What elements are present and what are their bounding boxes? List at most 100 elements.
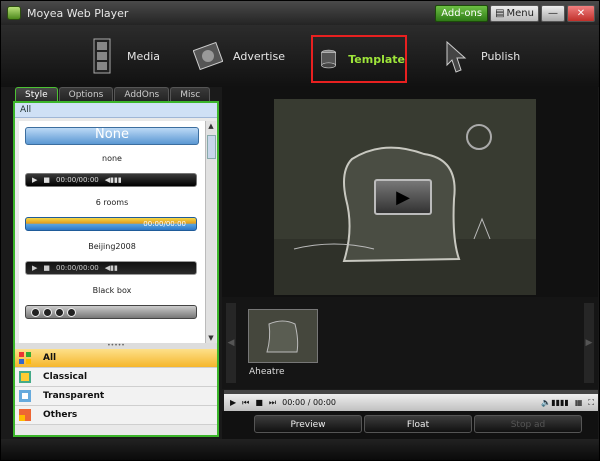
strip-right-arrow-icon[interactable]: ▶ <box>584 303 594 383</box>
preview-button[interactable]: Preview <box>254 415 362 433</box>
skin-list: None none ▶ ■ 00:00/00:00 ◀▮▮▮ 6 rooms 0… <box>19 121 205 343</box>
publish-label: Publish <box>481 49 521 63</box>
template-label: Template <box>348 52 405 66</box>
play-overlay-button[interactable]: ▶ <box>374 179 432 215</box>
close-button[interactable]: ✕ <box>567 5 595 22</box>
category-all[interactable]: All <box>15 349 217 368</box>
title-bar: Moyea Web Player Add-ons ▤ Menu — ✕ <box>1 1 599 25</box>
skin-name: Beijing2008 <box>88 242 136 251</box>
skin-time: 00:00/00:00 <box>143 220 186 228</box>
stop-ad-button[interactable]: Stop ad <box>474 415 582 433</box>
video-thumbnail[interactable] <box>248 309 318 363</box>
skin-name: Black box <box>92 286 132 295</box>
minimize-button[interactable]: — <box>541 5 565 22</box>
advertise-film-icon <box>193 41 223 71</box>
skin-list-scrollbar[interactable]: ▲ ▼ <box>205 121 216 343</box>
publish-tool-button[interactable]: Publish <box>441 33 520 79</box>
advertise-label: Advertise <box>233 49 285 63</box>
float-button[interactable]: Float <box>364 415 472 433</box>
menu-button[interactable]: ▤ Menu <box>490 5 539 22</box>
title-bar-controls: Add-ons ▤ Menu — ✕ <box>435 5 595 22</box>
volume-icon: ◀▮▮ <box>104 264 118 272</box>
main-toolbar: Media Advertise Template Publish <box>1 25 599 87</box>
stop-icon[interactable]: ■ <box>255 398 263 407</box>
skin-preview-black-box: ▶ ■ 00:00/00:00 ◀▮▮ <box>25 261 197 275</box>
addons-button[interactable]: Add-ons <box>435 5 489 22</box>
round-button-icon <box>43 307 52 317</box>
round-button-icon <box>31 307 40 317</box>
thumbnail-label: Aheatre <box>249 367 285 377</box>
volume-icon: ◀▮▮▮ <box>104 176 122 184</box>
video-frame[interactable]: ▶ <box>274 99 536 295</box>
template-tool-button[interactable]: Template <box>311 35 407 83</box>
tab-misc[interactable]: Misc <box>170 87 211 102</box>
bottom-button-bar: Preview Float Stop ad <box>222 411 598 439</box>
menu-icon: ▤ <box>495 8 505 19</box>
film-strip-icon <box>93 38 111 74</box>
transparent-icon <box>19 390 31 402</box>
category-label: Classical <box>43 372 88 382</box>
category-label: Others <box>43 410 78 420</box>
others-icon <box>19 409 31 421</box>
scrollbar-thumb[interactable] <box>207 135 216 159</box>
volume-icon[interactable]: 🔈▮▮▮▮ <box>541 398 569 407</box>
skin-item-none[interactable]: None none <box>19 121 205 165</box>
round-button-icon <box>55 307 64 317</box>
fullscreen-icon[interactable]: ⛶ <box>588 398 594 408</box>
skin-name: 6 rooms <box>95 198 129 207</box>
time-display: 00:00 / 00:00 <box>282 398 337 407</box>
scroll-up-icon[interactable]: ▲ <box>206 121 216 131</box>
category-others[interactable]: Others <box>15 406 217 425</box>
category-label: Transparent <box>43 391 105 401</box>
settings-tabs: Style Options AddOns Misc <box>15 87 211 102</box>
advertise-tool-button[interactable]: Advertise <box>193 33 285 79</box>
scroll-down-icon[interactable]: ▼ <box>206 333 216 343</box>
app-logo-icon <box>7 6 21 20</box>
next-icon[interactable]: ⏭ <box>269 398 276 408</box>
template-stack-icon <box>321 49 336 69</box>
skin-item-round[interactable] <box>19 297 205 341</box>
window-title: Moyea Web Player <box>27 6 129 20</box>
classical-icon <box>19 371 31 383</box>
stop-icon: ■ <box>43 264 51 272</box>
skin-item-black-box[interactable]: ▶ ■ 00:00/00:00 ◀▮▮ Black box <box>19 253 205 297</box>
grid-view-icon[interactable]: ▦ <box>575 398 583 407</box>
strip-left-arrow-icon[interactable]: ◀ <box>226 303 236 383</box>
play-icon: ▶ <box>32 264 38 272</box>
list-header: All <box>15 103 217 118</box>
round-button-icon <box>67 307 76 317</box>
media-tool-button[interactable]: Media <box>87 33 160 79</box>
tab-options[interactable]: Options <box>58 87 114 102</box>
stop-icon: ■ <box>43 176 51 184</box>
publish-cursor-icon <box>446 40 467 73</box>
category-transparent[interactable]: Transparent <box>15 387 217 406</box>
play-icon[interactable]: ▶ <box>230 398 236 407</box>
skin-preview-none: None <box>25 127 199 145</box>
player-control-bar: ▶ ⏮ ■ ⏭ 00:00 / 00:00 🔈▮▮▮▮ ▦ ⛶ <box>224 394 598 411</box>
video-preview-area: ▶ <box>222 87 598 297</box>
thumbnail-strip: ◀ Aheatre ▶ <box>222 297 598 389</box>
category-label: All <box>43 353 57 363</box>
previous-icon[interactable]: ⏮ <box>242 398 249 408</box>
grid-all-icon <box>19 352 31 364</box>
tab-addons[interactable]: AddOns <box>114 87 170 102</box>
category-list: All Classical Transparent Others <box>15 349 217 425</box>
skin-name: none <box>102 154 122 163</box>
template-panel: All None none ▶ ■ 00:00/00:00 ◀▮▮▮ 6 roo… <box>13 101 219 437</box>
category-classical[interactable]: Classical <box>15 368 217 387</box>
tab-style[interactable]: Style <box>15 87 58 102</box>
skin-preview-6rooms: ▶ ■ 00:00/00:00 ◀▮▮▮ <box>25 173 197 187</box>
skin-time: 00:00/00:00 <box>56 264 99 272</box>
media-label: Media <box>127 49 161 63</box>
play-icon: ▶ <box>396 186 410 208</box>
menu-label: Menu <box>506 8 534 19</box>
skin-preview-beijing2008: 00:00/00:00 <box>25 217 197 231</box>
skin-item-beijing2008[interactable]: 00:00/00:00 Beijing2008 <box>19 209 205 253</box>
skin-preview-round <box>25 305 197 319</box>
play-icon: ▶ <box>32 176 38 184</box>
status-bar <box>1 439 599 460</box>
thumbnail-image <box>249 310 317 362</box>
skin-time: 00:00/00:00 <box>56 176 99 184</box>
skin-item-6rooms[interactable]: ▶ ■ 00:00/00:00 ◀▮▮▮ 6 rooms <box>19 165 205 209</box>
app-window: Moyea Web Player Add-ons ▤ Menu — ✕ Medi… <box>0 0 600 461</box>
